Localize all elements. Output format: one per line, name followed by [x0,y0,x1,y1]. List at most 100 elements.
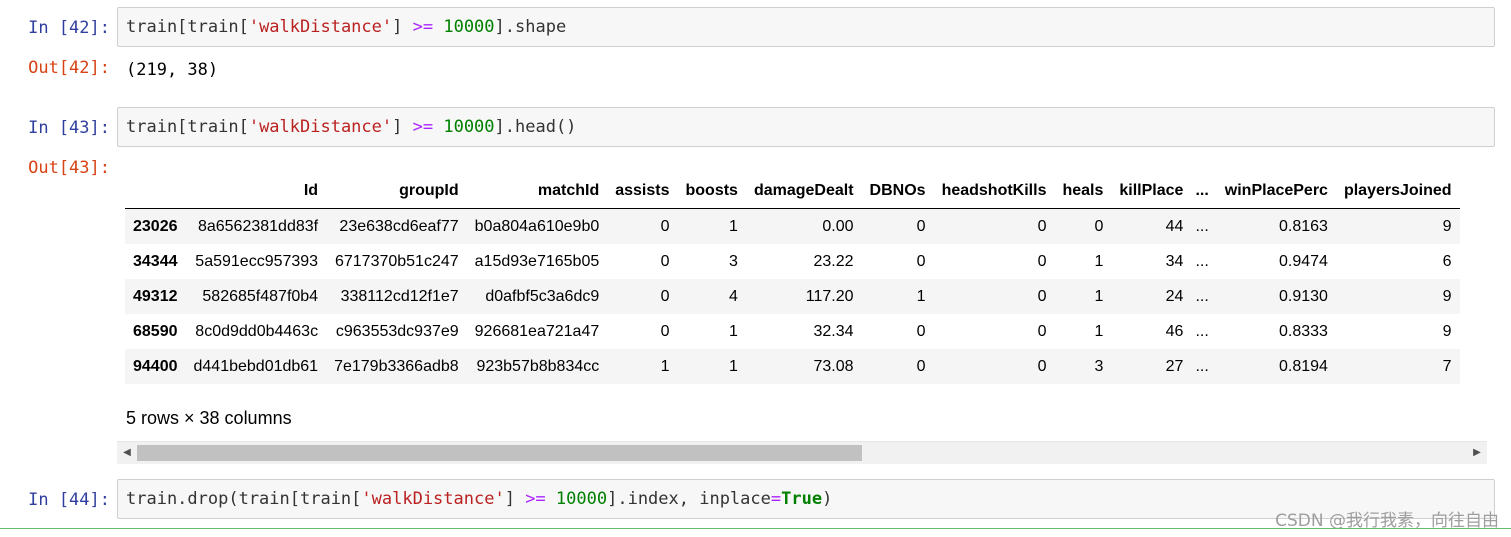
table-row: 34344 5a591ecc957393 6717370b51c247 a15d93e… [125,244,1460,279]
table-cell: 1 [729,217,738,235]
table-cell: 32.34 [813,322,854,340]
table-cell: 0 [1037,322,1047,340]
table-cell: 0 [1037,217,1047,235]
table-cell: 4 [729,287,738,305]
table-cell: 1 [1094,322,1104,340]
table-cell: ... [1195,252,1209,270]
table-row: 68590 8c0d9dd0b4463c c963553dc937e9 926681e… [125,314,1460,349]
column-header: damageDealt [745,173,862,209]
table-cell: 582685f487f0b4 [202,287,319,305]
table-cell: 0 [660,217,670,235]
table-cell: 0.00 [822,217,854,235]
table-cell: ... [1195,287,1209,305]
table-cell: 73.08 [813,357,854,375]
row-index: 23026 [133,217,178,235]
code-cell-43[interactable]: train[train['walkDistance'] >= 10000].he… [117,107,1495,147]
table-cell: 0 [660,252,670,270]
code-cell-42[interactable]: train[train['walkDistance'] >= 10000].sh… [117,7,1495,47]
table-cell: 0.9474 [1279,252,1328,270]
out-prompt-42: Out[42]: [28,58,110,78]
code-text: train[train['walkDistance'] >= 10000].he… [126,117,577,137]
table-cell: 9 [1442,287,1452,305]
horizontal-scrollbar[interactable]: ◀ ▶ [117,441,1487,464]
column-header: assists [607,173,678,209]
table-cell: c963553dc937e9 [335,322,459,340]
code-text: train.drop(train[train['walkDistance'] >… [126,489,833,509]
table-cell: 23.22 [813,252,854,270]
table-cell: 7 [1442,357,1452,375]
table-cell: ... [1195,217,1209,235]
table-cell: 0 [1094,217,1104,235]
row-index: 34344 [133,252,178,270]
table-cell: ... [1195,322,1209,340]
table-cell: 34 [1165,252,1184,270]
code-text: train[train['walkDistance'] >= 10000].sh… [126,17,567,37]
column-header: killPlace [1111,173,1192,209]
table-cell: 44 [1165,217,1184,235]
table-cell: 1 [729,357,738,375]
column-header: winPlacePerc [1216,173,1336,209]
table-cell: 0 [660,287,670,305]
table-row: 49312 582685f487f0b4 338112cd12f1e7 d0afbf5… [125,279,1460,314]
table-cell: 1 [916,287,926,305]
column-header: boosts [677,173,746,209]
scroll-right-icon[interactable]: ▶ [1469,445,1485,461]
in-prompt-44: In [44]: [28,490,110,510]
column-header: matchId [466,173,608,209]
table-cell: 0.8163 [1279,217,1328,235]
column-header: headshotKills [933,173,1055,209]
table-cell: 27 [1165,357,1184,375]
table-cell: 0 [1037,287,1047,305]
table-cell: 3 [1094,357,1104,375]
table-cell: 338112cd12f1e7 [340,287,459,305]
table-cell: 1 [1094,287,1104,305]
table-cell: 1 [660,357,670,375]
dataframe-summary: 5 rows × 38 columns [126,408,292,428]
table-cell: 0.8333 [1279,322,1328,340]
cell-divider [0,528,1511,529]
scrollbar-thumb[interactable] [137,445,862,461]
table-cell: 0.8194 [1279,357,1328,375]
output-text: (219, 38) [126,60,219,80]
table-cell: b0a804a610e9b0 [474,217,600,235]
column-header [125,173,186,209]
column-header: DBNOs [861,173,934,209]
table-cell: 117.20 [805,287,854,305]
table-cell: 3 [729,252,738,270]
table-cell: d0afbf5c3a6dc9 [485,287,600,305]
table-cell: 0.9130 [1279,287,1328,305]
table-cell: a15d93e7165b05 [474,252,600,270]
table-cell: 0 [916,217,926,235]
table-row: 94400 d441bebd01db61 7e179b3366adb8 923b57b… [125,349,1460,384]
table-cell: 46 [1165,322,1184,340]
dataframe-output[interactable]: Id groupId matchId assists boosts damage… [125,173,1488,393]
table-cell: 1 [1094,252,1104,270]
table-row: 23026 8a6562381dd83f 23e638cd6eaf77 b0a804a… [125,208,1460,244]
table-cell: 0 [660,322,670,340]
table-cell: 8c0d9dd0b4463c [195,322,319,340]
row-index: 94400 [133,357,178,375]
column-header: Id [185,173,327,209]
table-header-row: Id groupId matchId assists boosts damage… [125,173,1460,209]
table-cell: 0 [1037,357,1047,375]
table-cell: 24 [1165,287,1184,305]
column-header-ellipsis: ... [1191,173,1217,209]
column-header: groupId [326,173,467,209]
column-header: heals [1054,173,1112,209]
table-cell: 6 [1442,252,1452,270]
table-cell: 0 [916,252,926,270]
table-cell: 923b57b8b834cc [476,357,600,375]
dataframe-table: Id groupId matchId assists boosts damage… [125,173,1460,384]
out-prompt-43: Out[43]: [28,158,110,178]
column-header: playersJoined [1335,173,1460,209]
table-cell: 7e179b3366adb8 [334,357,459,375]
table-cell: 6717370b51c247 [334,252,459,270]
table-cell: ... [1195,357,1209,375]
table-cell: d441bebd01db61 [193,357,319,375]
table-cell: 23e638cd6eaf77 [339,217,459,235]
table-cell: 0 [1037,252,1047,270]
row-index: 49312 [133,287,178,305]
table-cell: 8a6562381dd83f [197,217,319,235]
table-cell: 9 [1442,322,1452,340]
scroll-left-icon[interactable]: ◀ [119,445,135,461]
